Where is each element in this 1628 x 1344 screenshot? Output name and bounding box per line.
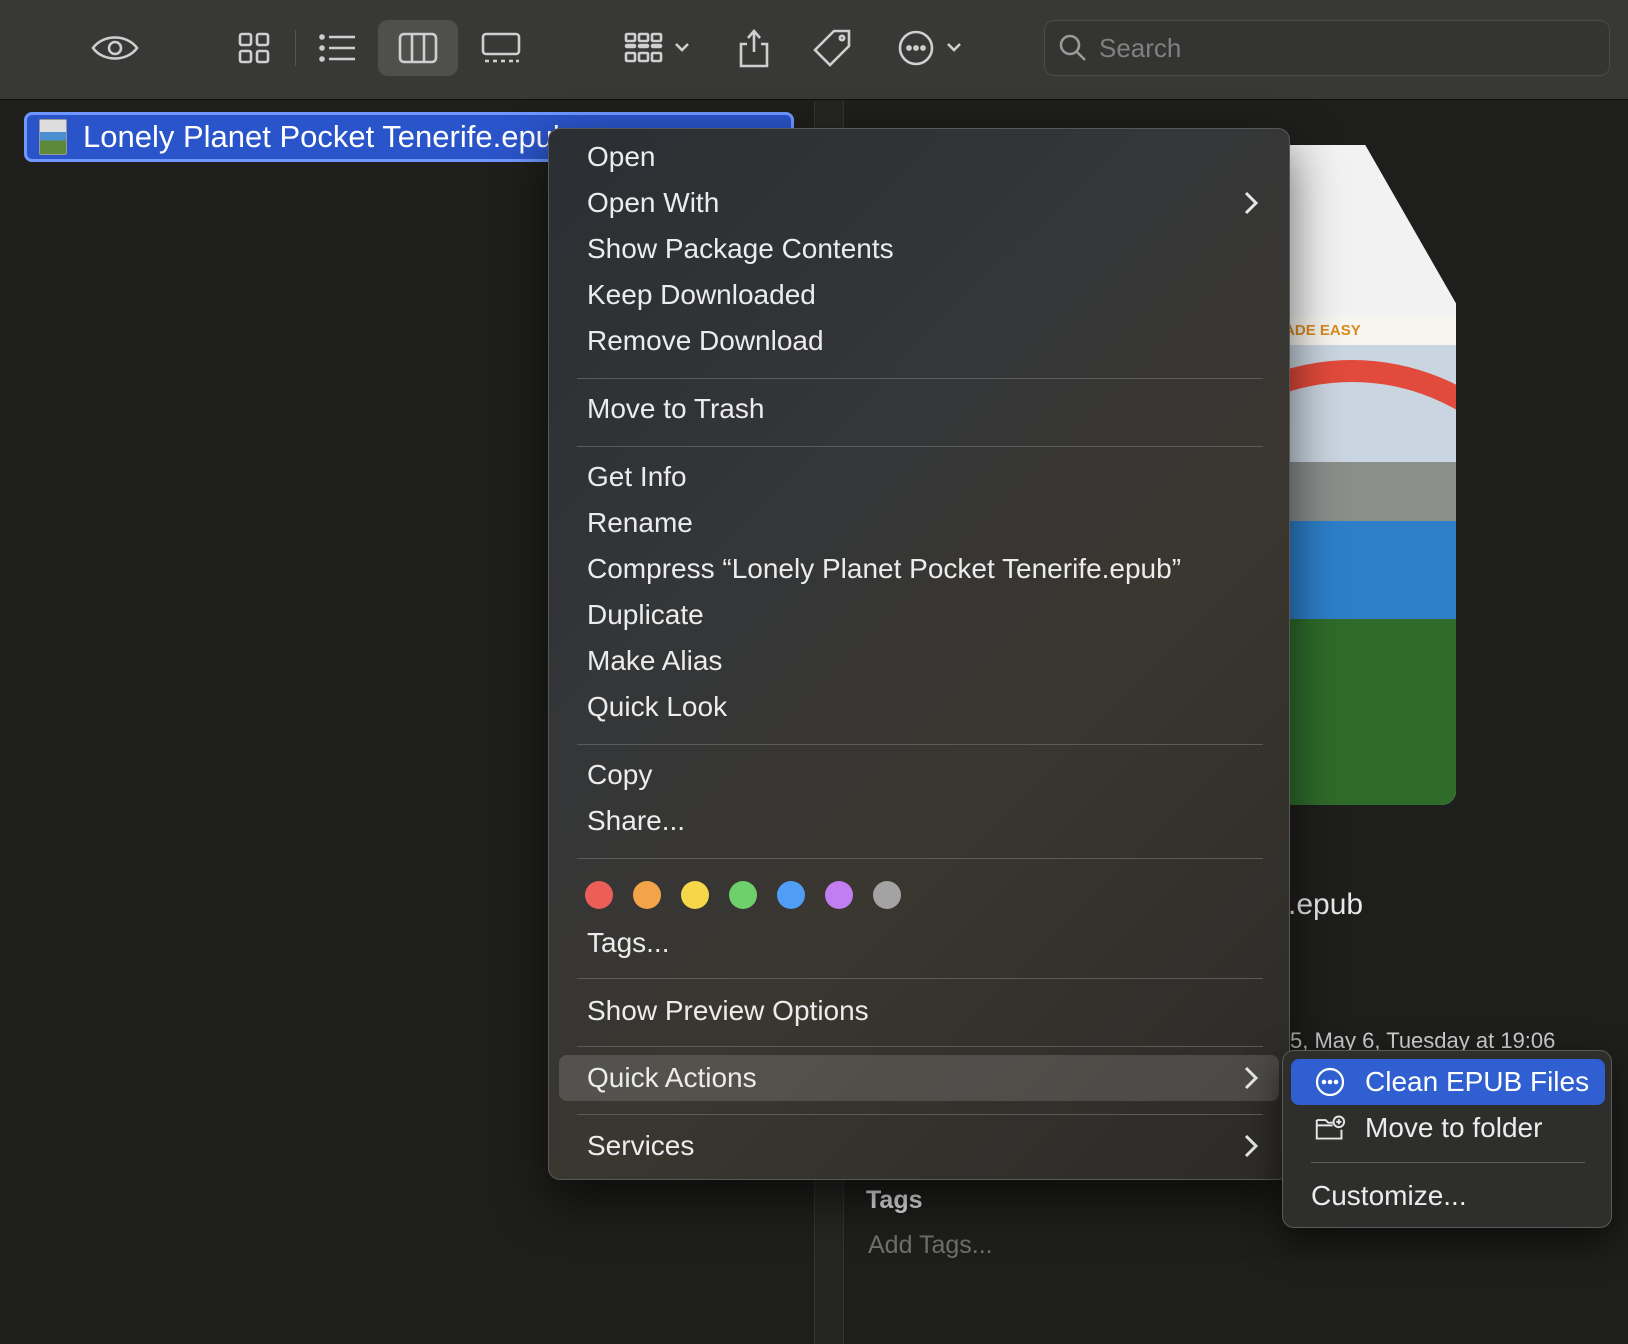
chevron-right-icon [1243,1065,1259,1098]
menu-item-compress[interactable]: Compress “Lonely Planet Pocket Tenerife.… [559,546,1279,592]
tag-color-blue[interactable] [777,881,805,909]
tag-color-picker [585,881,901,909]
menu-item-show-package-contents[interactable]: Show Package Contents [559,226,1279,272]
search-field[interactable] [1044,20,1610,76]
menu-separator [577,978,1263,979]
submenu-item-clean-epub[interactable]: Clean EPUB Files [1291,1059,1605,1105]
tag-color-orange[interactable] [633,881,661,909]
menu-item-open-with[interactable]: Open With [559,180,1279,226]
more-icon[interactable] [894,20,970,76]
submenu-separator [1311,1162,1585,1163]
more-circle-icon [1315,1067,1345,1097]
tag-color-green[interactable] [729,881,757,909]
add-tags-field[interactable]: Add Tags... [868,1231,993,1260]
share-icon[interactable] [730,20,778,76]
submenu-item-customize[interactable]: Customize... [1291,1173,1605,1219]
menu-item-move-to-trash[interactable]: Move to Trash [559,386,1279,432]
menu-item-open[interactable]: Open [559,134,1279,180]
epub-file-icon [39,119,67,155]
menu-item-services[interactable]: Services [559,1123,1279,1169]
preview-tags-heading: Tags [866,1186,923,1214]
search-icon [1059,34,1086,61]
tag-color-red[interactable] [585,881,613,909]
column-view-icon[interactable] [378,20,458,76]
menu-separator [577,446,1263,447]
menu-item-tags[interactable]: Tags... [559,920,1279,966]
menu-item-show-preview-options[interactable]: Show Preview Options [559,988,1279,1034]
menu-item-get-info[interactable]: Get Info [559,454,1279,500]
menu-separator [577,1046,1263,1047]
menu-item-quick-actions[interactable]: Quick Actions [559,1055,1279,1101]
context-menu: Open Open With Show Package Contents Kee… [548,128,1290,1180]
tag-color-purple[interactable] [825,881,853,909]
toolbar-separator [295,30,296,66]
icon-view-icon[interactable] [230,20,278,76]
chevron-right-icon [1243,190,1259,223]
file-name: Lonely Planet Pocket Tenerife.epub [83,119,571,154]
tag-color-yellow[interactable] [681,881,709,909]
eye-icon[interactable] [84,20,146,76]
menu-separator [577,1114,1263,1115]
tag-icon[interactable] [808,20,856,76]
menu-separator [577,378,1263,379]
menu-item-share[interactable]: Share... [559,798,1279,844]
menu-separator [577,858,1263,859]
menu-item-remove-download[interactable]: Remove Download [559,318,1279,364]
list-view-icon[interactable] [312,20,364,76]
preview-file-name: .epub [1288,888,1364,921]
toolbar [0,0,1628,100]
folder-add-icon [1315,1113,1345,1143]
menu-item-copy[interactable]: Copy [559,752,1279,798]
menu-separator [577,744,1263,745]
chevron-right-icon [1243,1133,1259,1166]
quick-actions-submenu: Clean EPUB Files Move to folder Customiz… [1282,1050,1612,1228]
tag-color-gray[interactable] [873,881,901,909]
menu-item-duplicate[interactable]: Duplicate [559,592,1279,638]
gallery-view-icon[interactable] [474,20,528,76]
search-input[interactable] [1099,32,1579,64]
submenu-item-move-to-folder[interactable]: Move to folder [1291,1105,1605,1151]
menu-item-keep-downloaded[interactable]: Keep Downloaded [559,272,1279,318]
menu-item-rename[interactable]: Rename [559,500,1279,546]
group-icon[interactable] [618,20,698,76]
menu-item-quick-look[interactable]: Quick Look [559,684,1279,730]
menu-item-make-alias[interactable]: Make Alias [559,638,1279,684]
